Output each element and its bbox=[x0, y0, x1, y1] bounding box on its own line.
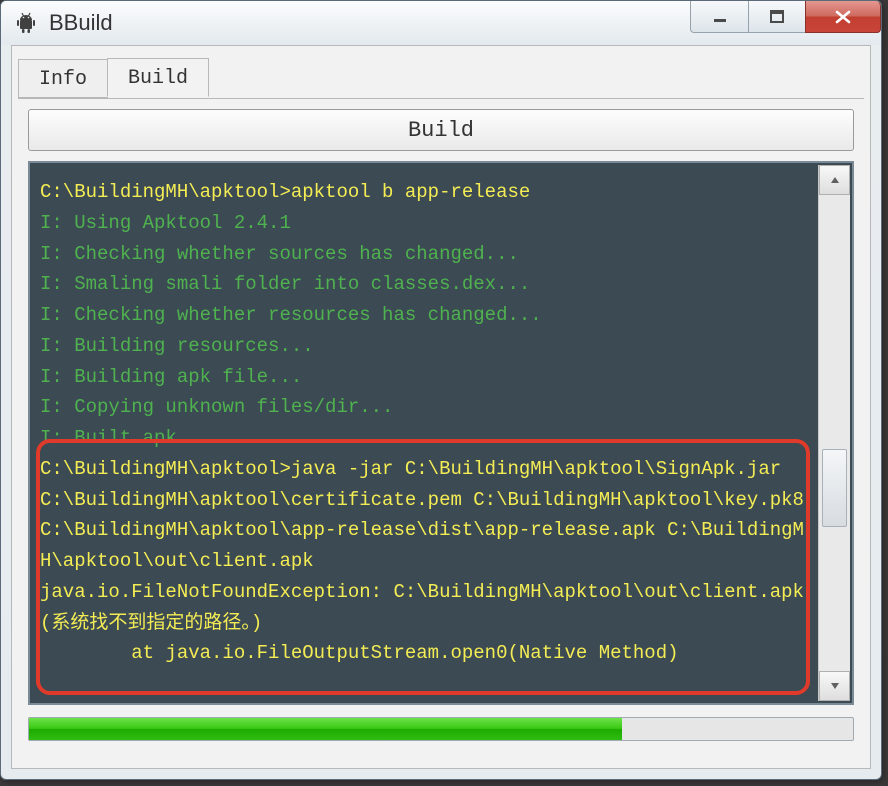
console-line: at java.io.FileOutputStream.open0(Native… bbox=[40, 642, 679, 664]
console-line: I: Copying unknown files/dir... bbox=[40, 396, 393, 418]
console-line: I: Built apk... bbox=[40, 427, 211, 449]
close-button[interactable] bbox=[805, 1, 881, 33]
tabs: Info Build bbox=[18, 45, 208, 84]
maximize-button[interactable] bbox=[748, 1, 806, 33]
scrollbar[interactable] bbox=[818, 165, 850, 701]
console-line: I: Checking whether sources has changed.… bbox=[40, 243, 519, 265]
android-icon bbox=[13, 10, 39, 36]
console-wrap: C:\BuildingMH\apktool>apktool b app-rele… bbox=[28, 161, 854, 705]
scroll-up-button[interactable] bbox=[819, 165, 850, 195]
app-window: BBuild Info Build Build C:\BuildingMH\ap… bbox=[0, 0, 882, 780]
console: C:\BuildingMH\apktool>apktool b app-rele… bbox=[28, 161, 854, 705]
console-line: I: Checking whether resources has change… bbox=[40, 304, 542, 326]
scroll-down-button[interactable] bbox=[819, 671, 850, 701]
app-title: BBuild bbox=[49, 10, 113, 36]
console-line: C:\BuildingMH\apktool>java -jar C:\Build… bbox=[40, 458, 815, 572]
console-line: I: Using Apktool 2.4.1 bbox=[40, 212, 291, 234]
titlebar[interactable]: BBuild bbox=[1, 1, 881, 45]
tab-info[interactable]: Info bbox=[18, 59, 108, 98]
minimize-button[interactable] bbox=[690, 1, 748, 33]
build-button[interactable]: Build bbox=[28, 109, 854, 151]
console-output: C:\BuildingMH\apktool>apktool b app-rele… bbox=[30, 163, 814, 703]
tab-build[interactable]: Build bbox=[107, 58, 209, 97]
console-line: C:\BuildingMH\apktool>apktool b app-rele… bbox=[40, 181, 530, 203]
client-area: Info Build Build C:\BuildingMH\apktool>a… bbox=[11, 45, 871, 769]
scroll-track[interactable] bbox=[819, 195, 850, 671]
progress-bar bbox=[28, 717, 854, 741]
tab-build-panel: Build C:\BuildingMH\apktool>apktool b ap… bbox=[18, 98, 864, 760]
console-line: java.io.FileNotFoundException: C:\Buildi… bbox=[40, 581, 815, 634]
console-line: I: Building apk file... bbox=[40, 366, 302, 388]
console-line: I: Smaling smali folder into classes.dex… bbox=[40, 273, 530, 295]
progress-fill bbox=[29, 718, 622, 740]
console-line: I: Building resources... bbox=[40, 335, 314, 357]
scroll-thumb[interactable] bbox=[822, 449, 847, 527]
window-buttons bbox=[690, 1, 881, 45]
